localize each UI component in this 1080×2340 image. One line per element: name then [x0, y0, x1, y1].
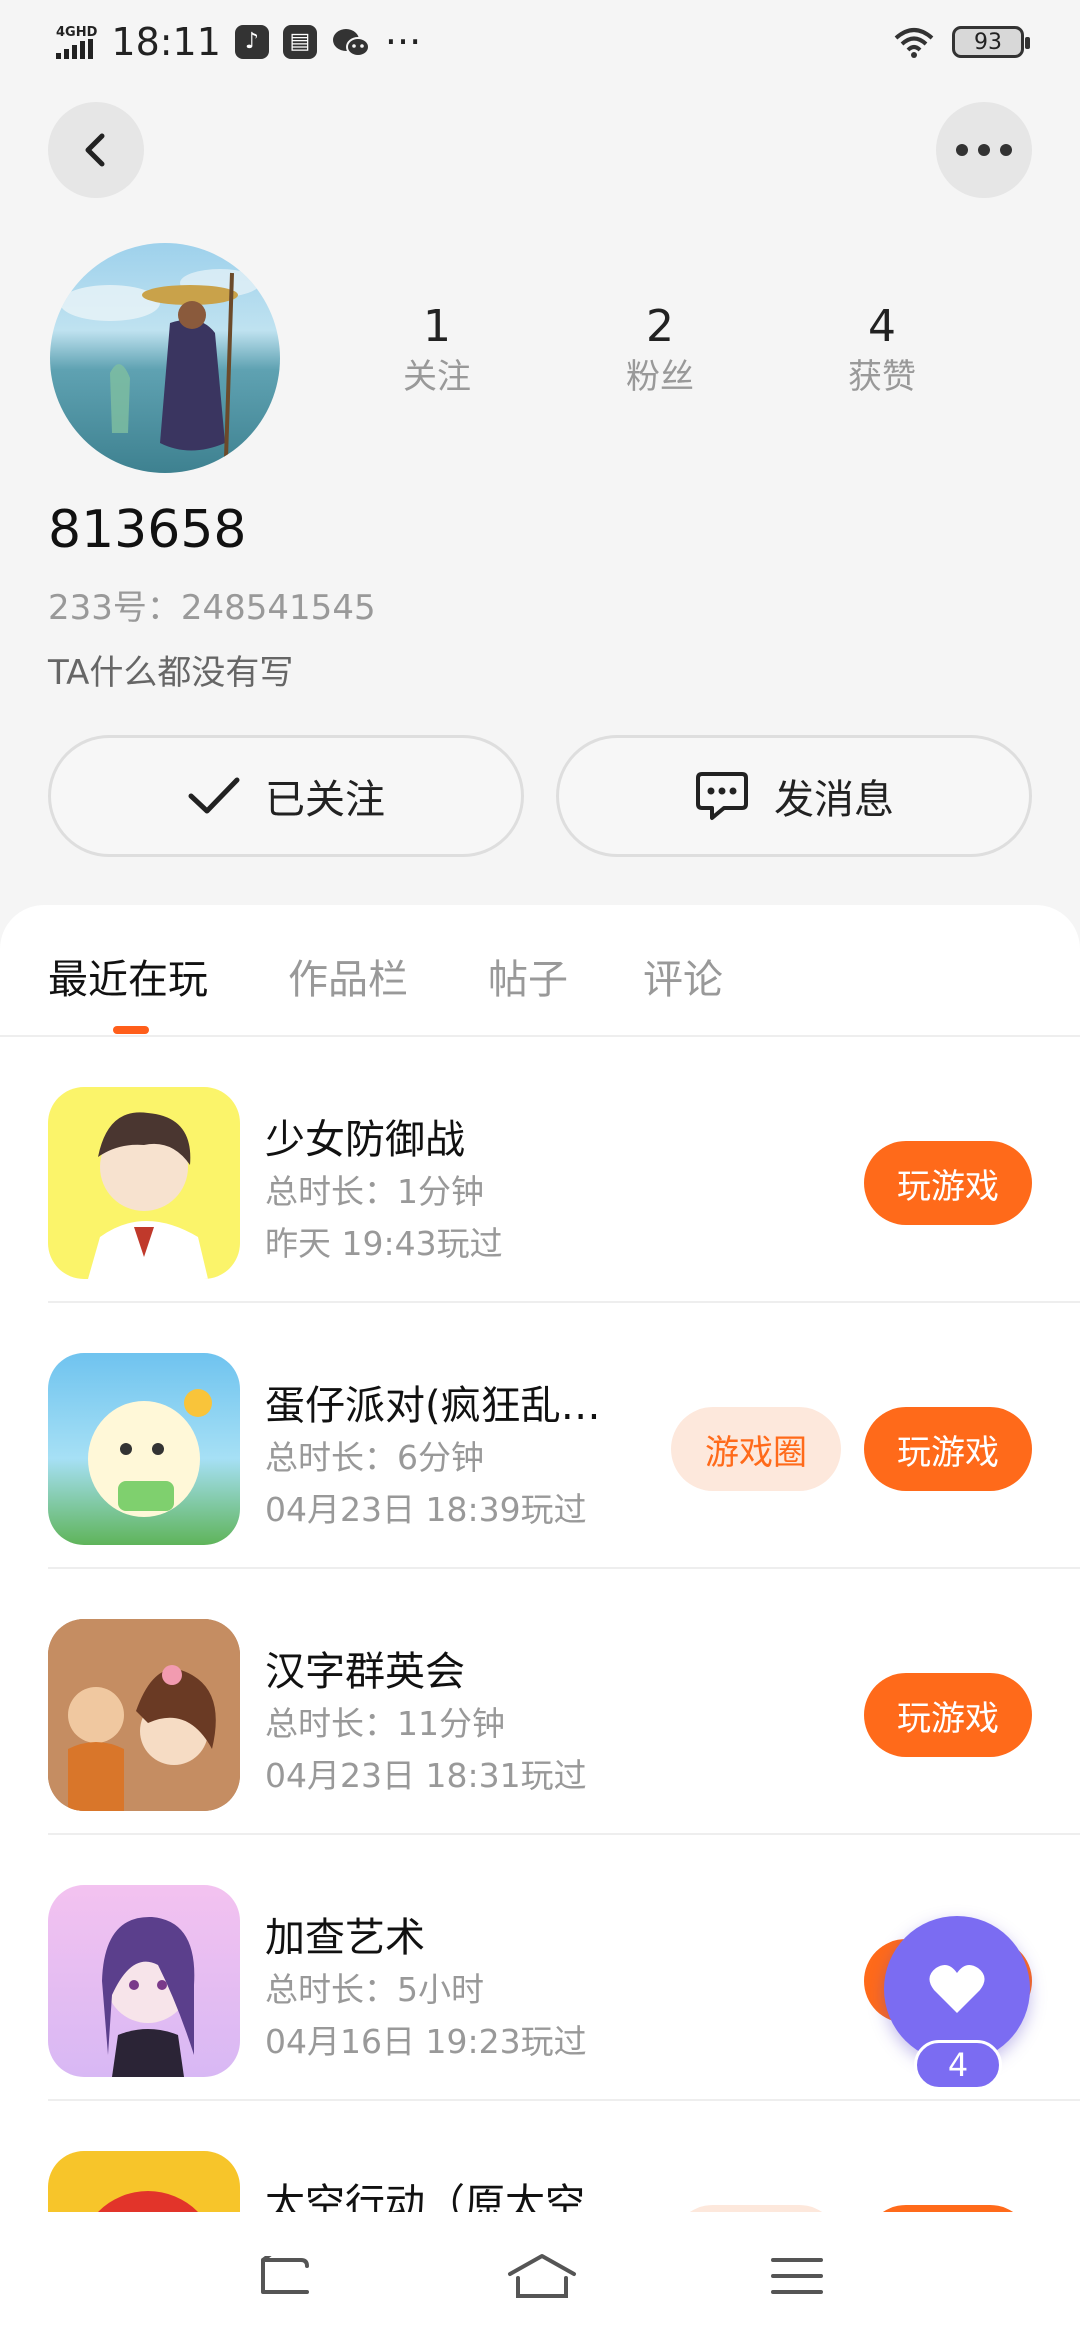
clock: 18:11 — [111, 20, 221, 64]
game-duration: 总时长：1分钟 — [265, 1172, 484, 1211]
game-duration: 总时长：6分钟 — [265, 1438, 484, 1477]
chevron-left-icon — [76, 130, 116, 170]
check-icon — [187, 776, 241, 816]
game-icon — [48, 1619, 240, 1811]
game-last-played: 04月23日 18:31玩过 — [265, 1756, 587, 1795]
play-game-button[interactable]: 玩游戏 — [864, 1673, 1032, 1757]
game-row[interactable]: 少女防御战 总时长：1分钟 昨天 19:43玩过 玩游戏 — [0, 1037, 1080, 1303]
wifi-icon — [892, 25, 936, 59]
stat-following[interactable]: 1 关注 — [337, 300, 537, 400]
stat-likes[interactable]: 4 获赞 — [782, 300, 982, 400]
home-nav-icon[interactable] — [506, 2252, 578, 2300]
network-type: 4GHD — [56, 24, 98, 40]
followers-count: 2 — [646, 301, 674, 352]
follow-label: 已关注 — [265, 777, 385, 823]
more-notifications: ··· — [384, 20, 422, 64]
calendar-app-icon: ▤ — [282, 25, 317, 59]
menu-nav-icon[interactable] — [771, 2256, 824, 2296]
status-right: 93 — [892, 25, 1030, 59]
game-row[interactable]: 蛋仔派对(疯狂乱… 总时长：6分钟 04月23日 18:39玩过 游戏圈 玩游戏 — [0, 1303, 1080, 1569]
game-duration: 总时长：11分钟 — [265, 1704, 505, 1743]
game-title: 汉字群英会 — [265, 1649, 465, 1695]
user-bio: TA什么都没有写 — [48, 653, 294, 693]
status-left: 4GHD 18:11 ♪ ▤ ··· — [56, 20, 421, 64]
battery-indicator: 93 — [952, 26, 1030, 58]
avatar-illustration — [60, 269, 260, 459]
tab-works[interactable]: 作品栏 — [288, 947, 408, 1005]
follow-button[interactable]: 已关注 — [48, 735, 524, 857]
tab-recently-played[interactable]: 最近在玩 — [48, 947, 208, 1005]
game-list: 少女防御战 总时长：1分钟 昨天 19:43玩过 玩游戏 蛋仔派对(疯狂乱… 总… — [0, 1037, 1080, 2340]
back-button[interactable] — [48, 102, 144, 198]
following-label: 关注 — [403, 357, 471, 397]
tab-posts[interactable]: 帖子 — [488, 947, 568, 1005]
content-sheet: 最近在玩 作品栏 帖子 评论 少女防御战 总时长：1分钟 昨天 19:43玩过 … — [0, 905, 1080, 2340]
battery-level: 93 — [974, 29, 1002, 55]
stat-followers[interactable]: 2 粉丝 — [560, 300, 760, 400]
tab-indicator — [113, 1026, 149, 1034]
likes-label: 获赞 — [848, 357, 916, 397]
avatar[interactable] — [50, 243, 280, 473]
chat-bubble-icon — [694, 768, 750, 824]
like-count-badge: 4 — [914, 2040, 1002, 2090]
network-indicator: 4GHD — [56, 26, 97, 59]
play-game-button[interactable]: 玩游戏 — [864, 1141, 1032, 1225]
followers-label: 粉丝 — [626, 357, 694, 397]
game-duration: 总时长：5小时 — [265, 1970, 484, 2009]
more-dots-icon — [954, 142, 1014, 158]
game-icon — [48, 1353, 240, 1545]
system-nav-bar — [0, 2212, 1080, 2340]
username: 813658 — [48, 500, 247, 560]
game-icon — [48, 1885, 240, 2077]
game-circle-button[interactable]: 游戏圈 — [671, 1407, 841, 1491]
likes-count: 4 — [868, 301, 896, 352]
game-last-played: 04月16日 19:23玩过 — [265, 2022, 587, 2061]
play-game-button[interactable]: 玩游戏 — [864, 1407, 1032, 1491]
game-last-played: 04月23日 18:39玩过 — [265, 1490, 587, 1529]
game-row[interactable]: 汉字群英会 总时长：11分钟 04月23日 18:31玩过 玩游戏 — [0, 1569, 1080, 1835]
game-title: 少女防御战 — [265, 1117, 465, 1163]
music-app-icon: ♪ — [234, 25, 269, 59]
user-id: 233号：248541545 — [48, 588, 376, 628]
game-icon — [48, 1087, 240, 1279]
message-button[interactable]: 发消息 — [556, 735, 1032, 857]
game-title: 加查艺术 — [265, 1915, 425, 1961]
game-title: 蛋仔派对(疯狂乱… — [265, 1383, 601, 1429]
status-bar: 4GHD 18:11 ♪ ▤ ··· 93 — [0, 0, 1080, 84]
following-count: 1 — [423, 301, 451, 352]
back-nav-icon[interactable] — [257, 2256, 313, 2296]
more-button[interactable] — [936, 102, 1032, 198]
heart-icon — [928, 1963, 986, 2015]
game-last-played: 昨天 19:43玩过 — [265, 1224, 503, 1263]
wechat-icon — [331, 25, 371, 59]
tab-comments[interactable]: 评论 — [643, 947, 723, 1005]
signal-icon — [56, 38, 93, 59]
tab-bar: 最近在玩 作品栏 帖子 评论 — [0, 905, 1080, 1037]
message-label: 发消息 — [774, 777, 894, 823]
